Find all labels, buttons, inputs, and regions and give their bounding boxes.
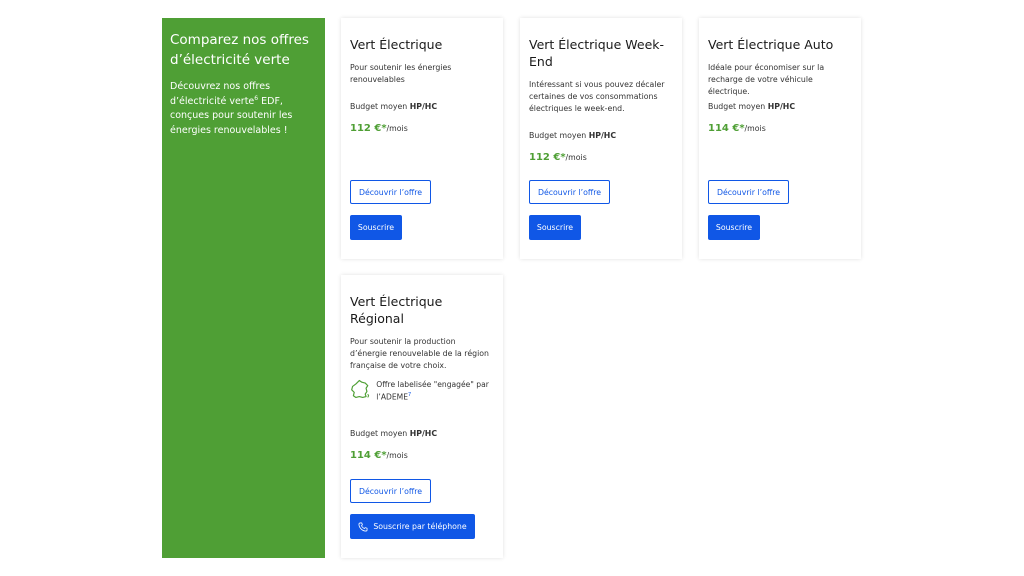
offer-price: 112 €*/mois: [350, 123, 408, 134]
ademe-label: Offre labelisée "engagée" par l’ADEME7: [350, 377, 503, 403]
france-map-icon: [351, 379, 370, 399]
offer-card-vert-electrique-auto: Vert Électrique Auto Idéale pour économi…: [699, 18, 861, 259]
ademe-label-copy: Offre labelisée "engagée" par l’ADEME: [376, 380, 489, 402]
footnote-7[interactable]: 7: [408, 392, 411, 398]
price-unit: /mois: [565, 153, 587, 162]
price-unit: /mois: [744, 124, 766, 133]
price-value: 112 €*: [350, 123, 387, 134]
offer-budget: Budget moyen HP/HC: [350, 102, 437, 111]
offer-price: 114 €*/mois: [350, 450, 408, 461]
offer-card-vert-electrique: Vert Électrique Pour soutenir les énergi…: [341, 18, 503, 259]
offer-title: Vert Électrique: [350, 37, 443, 52]
budget-mode: HP/HC: [409, 102, 438, 111]
offer-budget: Budget moyen HP/HC: [708, 102, 795, 111]
offer-budget: Budget moyen HP/HC: [350, 429, 437, 438]
offer-title: Vert Électrique Week-End: [529, 37, 665, 69]
offer-description: Intéressant si vous pouvez décaler certa…: [529, 80, 665, 113]
price-value: 112 €*: [529, 152, 566, 163]
price-value: 114 €*: [708, 123, 745, 134]
subscribe-by-phone-button[interactable]: Souscrire par téléphone: [350, 514, 475, 539]
price-unit: /mois: [386, 124, 408, 133]
subscribe-button[interactable]: Souscrire: [350, 215, 402, 240]
phone-icon: [358, 522, 368, 531]
offer-price: 114 €*/mois: [708, 123, 766, 134]
budget-mode: HP/HC: [588, 131, 617, 140]
discover-offer-button[interactable]: Découvrir l’offre: [350, 479, 431, 503]
subscribe-button[interactable]: Souscrire: [708, 215, 760, 240]
offer-budget: Budget moyen HP/HC: [529, 131, 616, 140]
price-unit: /mois: [386, 451, 408, 460]
subscribe-button[interactable]: Souscrire: [529, 215, 581, 240]
offer-description: Idéale pour économiser sur la recharge d…: [708, 63, 825, 96]
budget-label: Budget moyen: [350, 429, 410, 438]
discover-offer-button[interactable]: Découvrir l’offre: [350, 180, 431, 204]
offer-price: 112 €*/mois: [529, 152, 587, 163]
hero-panel: Comparez nos offres d’électricité verte …: [162, 18, 325, 558]
budget-mode: HP/HC: [767, 102, 796, 111]
hero-title: Comparez nos offres d’électricité verte: [170, 32, 309, 68]
offer-title: Vert Électrique Régional: [350, 294, 443, 326]
budget-mode: HP/HC: [409, 429, 438, 438]
offer-title: Vert Électrique Auto: [708, 37, 834, 52]
budget-label: Budget moyen: [350, 102, 410, 111]
offer-card-vert-electrique-regional: Vert Électrique Régional Pour soutenir l…: [341, 275, 503, 558]
ademe-label-text: Offre labelisée "engagée" par l’ADEME7: [376, 379, 503, 403]
subscribe-by-phone-label: Souscrire par téléphone: [373, 522, 467, 531]
budget-label: Budget moyen: [529, 131, 589, 140]
budget-label: Budget moyen: [708, 102, 768, 111]
offer-description: Pour soutenir les énergies renouvelables: [350, 63, 452, 84]
price-value: 114 €*: [350, 450, 387, 461]
discover-offer-button[interactable]: Découvrir l’offre: [708, 180, 789, 204]
offer-card-vert-electrique-week-end: Vert Électrique Week-End Intéressant si …: [520, 18, 682, 259]
offer-description: Pour soutenir la production d’énergie re…: [350, 337, 489, 370]
discover-offer-button[interactable]: Découvrir l’offre: [529, 180, 610, 204]
hero-description: Découvrez nos offres d’électricité verte…: [170, 80, 317, 138]
